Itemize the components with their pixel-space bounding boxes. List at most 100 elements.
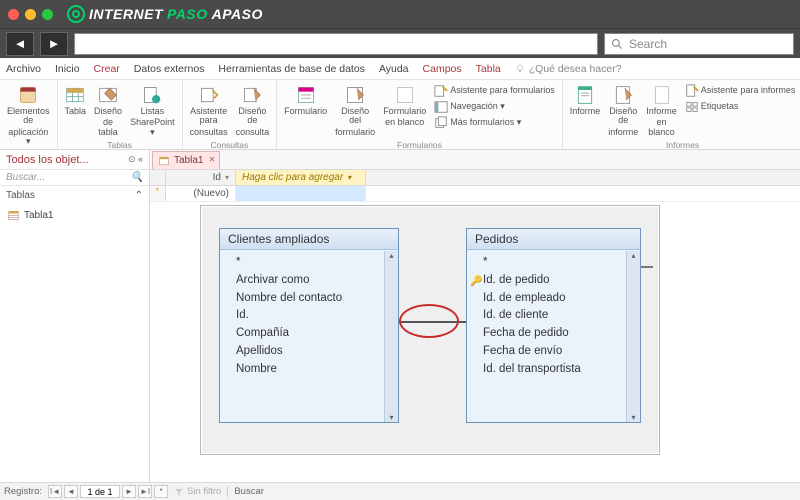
btn-asistente-consultas[interactable]: Asistente paraconsultas xyxy=(187,83,231,139)
window-max-dot[interactable] xyxy=(42,9,53,20)
menu-context-campos[interactable]: Campos xyxy=(423,63,462,75)
row-selector[interactable]: * xyxy=(150,186,166,201)
rel-field[interactable]: Fecha de pedido xyxy=(483,325,640,343)
nav-new-button[interactable]: * xyxy=(154,485,168,498)
btn-elementos-aplicacion[interactable]: Elementos deaplicación ▾ xyxy=(4,83,53,149)
nav-next-button[interactable]: ► xyxy=(122,485,136,498)
browser-search-box[interactable]: Search xyxy=(604,33,794,55)
datasheet-new-row[interactable]: * (Nuevo) xyxy=(150,186,800,202)
rel-field[interactable]: * xyxy=(483,254,640,272)
rel-field[interactable]: Id. del transportista xyxy=(483,361,640,379)
dropdown-arrow-icon: ▾ xyxy=(225,173,229,182)
menu-archivo[interactable]: Archivo xyxy=(6,63,41,75)
rel-field[interactable]: Compañía xyxy=(236,325,398,343)
cell-id-new[interactable]: (Nuevo) xyxy=(166,186,236,201)
navpane-search-placeholder: Buscar... xyxy=(6,172,45,183)
nav-first-button[interactable]: I◄ xyxy=(48,485,62,498)
rel-field[interactable]: Nombre xyxy=(236,361,398,379)
rel-table-pedidos[interactable]: Pedidos 🔑 * Id. de pedido Id. de emplead… xyxy=(466,228,641,423)
status-search-box[interactable]: Buscar xyxy=(227,486,264,497)
tab-close-icon[interactable]: ✕ xyxy=(209,155,216,164)
rel-field[interactable]: Id. de empleado xyxy=(483,290,640,308)
rel-field[interactable]: Id. de cliente xyxy=(483,307,640,325)
btn-navegacion[interactable]: Navegación ▾ xyxy=(431,99,558,115)
btn-formulario-blanco[interactable]: Formularioen blanco xyxy=(380,83,429,130)
menu-herramientas-bd[interactable]: Herramientas de base de datos xyxy=(218,63,365,75)
relationship-line-stub xyxy=(641,266,653,268)
cell-add-new[interactable] xyxy=(236,186,366,201)
nav-last-button[interactable]: ►I xyxy=(138,485,152,498)
document-tab-tabla1[interactable]: Tabla1 ✕ xyxy=(152,151,220,169)
btn-diseno-tabla[interactable]: Diseñode tabla xyxy=(91,83,125,139)
rel-field[interactable]: Id. de pedido xyxy=(483,272,640,290)
navpane-header[interactable]: Todos los objet... ⊙ « xyxy=(0,150,149,170)
rel-field[interactable]: * xyxy=(236,254,398,272)
rel-table-scrollbar[interactable]: ▴▾ xyxy=(384,251,398,422)
rel-field[interactable]: Id. xyxy=(236,307,398,325)
menu-ayuda[interactable]: Ayuda xyxy=(379,63,409,75)
menu-context-tabla[interactable]: Tabla xyxy=(476,63,501,75)
nav-forward-button[interactable]: ► xyxy=(40,32,68,56)
window-close-dot[interactable] xyxy=(8,9,19,20)
document-area: Tabla1 ✕ Id▾ Haga clic para agregar ▾ * … xyxy=(150,150,800,482)
btn-asistente-informes[interactable]: Asistente para informes xyxy=(682,83,799,99)
window-min-dot[interactable] xyxy=(25,9,36,20)
rel-field[interactable]: Nombre del contacto xyxy=(236,290,398,308)
scroll-up-icon[interactable]: ▴ xyxy=(389,251,393,260)
btn-diseno-formulario[interactable]: Diseño delformulario xyxy=(332,83,378,139)
table-design-icon xyxy=(98,85,118,105)
menu-crear[interactable]: Crear xyxy=(94,63,120,75)
search-placeholder: Search xyxy=(629,37,667,51)
btn-etiquetas[interactable]: Etiquetas xyxy=(682,99,799,115)
rel-field[interactable]: Fecha de envío xyxy=(483,343,640,361)
scroll-down-icon[interactable]: ▾ xyxy=(631,413,635,422)
report-design-icon xyxy=(613,85,633,105)
rel-field[interactable]: Archivar como xyxy=(236,272,398,290)
menu-inicio[interactable]: Inicio xyxy=(55,63,80,75)
column-header-add[interactable]: Haga clic para agregar ▾ xyxy=(236,170,366,185)
collapse-icon: ⌃ xyxy=(135,190,143,201)
btn-informe-blanco[interactable]: Informeen blanco xyxy=(643,83,680,139)
rel-table-scrollbar[interactable]: ▴▾ xyxy=(626,251,640,422)
table-icon xyxy=(65,85,85,105)
primary-key-icon: 🔑 xyxy=(470,274,482,290)
url-bar[interactable] xyxy=(74,33,598,55)
navigation-pane: Todos los objet... ⊙ « Buscar... 🔍 Tabla… xyxy=(0,150,150,482)
labels-icon xyxy=(685,100,699,114)
btn-diseno-consulta[interactable]: Diseño deconsulta xyxy=(233,83,273,139)
record-position-input[interactable] xyxy=(80,485,120,498)
scroll-up-icon[interactable]: ▴ xyxy=(631,251,635,260)
menu-datos-externos[interactable]: Datos externos xyxy=(134,63,205,75)
scroll-down-icon[interactable]: ▾ xyxy=(389,413,393,422)
btn-listas-sharepoint[interactable]: ListasSharePoint ▾ xyxy=(127,83,178,139)
btn-informe[interactable]: Informe xyxy=(567,83,604,118)
navpane-section-header[interactable]: Tablas⌃ xyxy=(6,190,143,201)
btn-asistente-formularios[interactable]: Asistente para formularios xyxy=(431,83,558,99)
nav-prev-button[interactable]: ◄ xyxy=(64,485,78,498)
dropdown-arrow-icon: ▾ xyxy=(347,173,351,182)
btn-diseno-informe[interactable]: Diseño deinforme xyxy=(605,83,641,139)
search-icon xyxy=(611,38,623,50)
navpane-title: Todos los objet... xyxy=(6,154,89,166)
report-icon xyxy=(575,85,595,105)
btn-formulario[interactable]: Formulario xyxy=(281,83,330,118)
no-filter-indicator[interactable]: Sin filtro xyxy=(174,486,221,497)
ribbon-group-tablas: Tabla Diseñode tabla ListasSharePoint ▾ … xyxy=(58,80,183,149)
btn-tabla[interactable]: Tabla xyxy=(62,83,90,118)
navpane-search[interactable]: Buscar... 🔍 xyxy=(0,170,149,186)
app-menubar: Archivo Inicio Crear Datos externos Herr… xyxy=(0,58,800,80)
rel-field[interactable]: Apellidos xyxy=(236,343,398,361)
rel-table-clientes[interactable]: Clientes ampliados * Archivar como Nombr… xyxy=(219,228,399,423)
search-icon: 🔍 xyxy=(131,172,143,183)
nav-back-button[interactable]: ◄ xyxy=(6,32,34,56)
navpane-item-tabla1[interactable]: Tabla1 xyxy=(0,208,149,223)
select-all-cell[interactable] xyxy=(150,170,166,185)
relationships-diagram: Clientes ampliados * Archivar como Nombr… xyxy=(200,205,660,455)
tell-me-search[interactable]: ¿Qué desea hacer? xyxy=(515,63,622,75)
navpane-section-tablas: Tablas⌃ xyxy=(0,186,149,208)
report-wizard-icon xyxy=(685,84,699,98)
ribbon-group-formularios: Formulario Diseño delformulario Formular… xyxy=(277,80,563,149)
column-header-id[interactable]: Id▾ xyxy=(166,170,236,185)
btn-mas-formularios[interactable]: Más formularios ▾ xyxy=(431,115,558,131)
app-parts-icon xyxy=(18,85,38,105)
